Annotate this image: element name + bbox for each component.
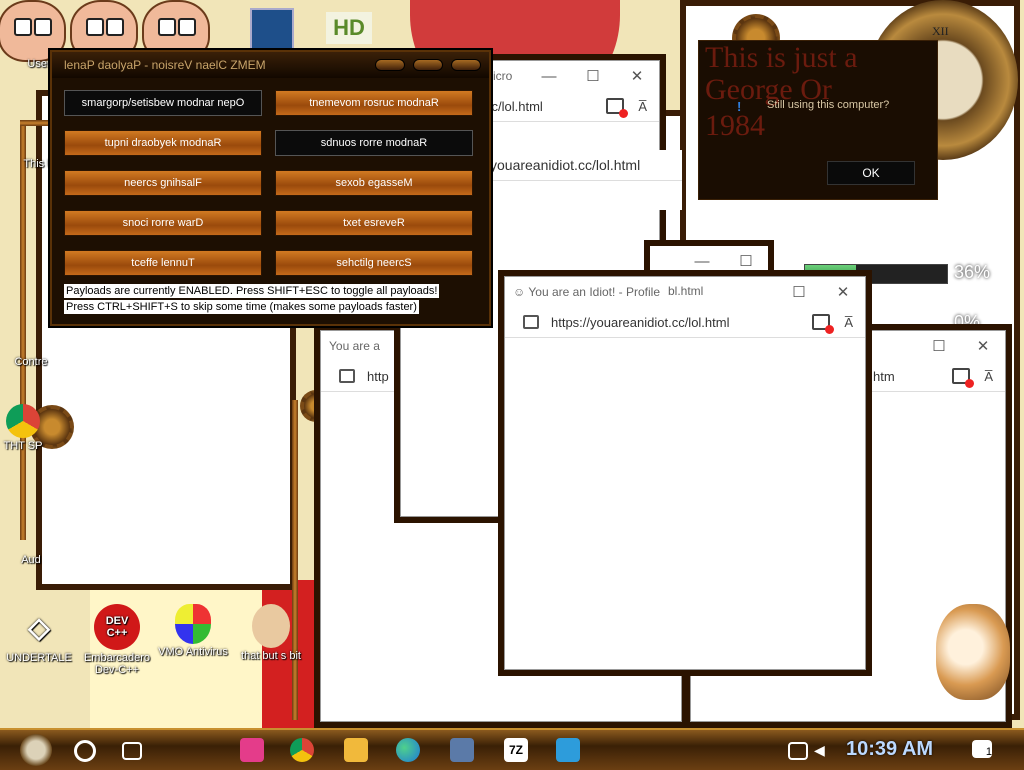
background-text: 1984 — [705, 109, 765, 142]
desktop-icon-undertale[interactable]: ◇ UNDERTALE — [4, 604, 74, 665]
browser-window-front[interactable]: ☺ You are an Idiot! - Profile ☐ ✕ https:… — [504, 276, 866, 670]
site-permission-icon[interactable] — [952, 368, 975, 388]
app-taskbar-icon[interactable] — [450, 738, 474, 762]
background-text: This is just a — [705, 41, 858, 74]
window-title: ☺ You are an Idiot! - Profile — [513, 285, 661, 299]
close-button[interactable] — [451, 59, 481, 71]
shield-icon — [175, 604, 211, 644]
chrome-icon — [6, 404, 40, 438]
address-text: youareanidiot.cc/lol.html — [490, 157, 641, 173]
skip-time-note: Press CTRL+SHIFT+S to skip some time (ma… — [64, 300, 419, 314]
app-taskbar-icon[interactable] — [556, 738, 580, 762]
payload-button[interactable]: txet esreveR — [275, 210, 473, 236]
payload-button[interactable]: tupni draobyek modnaR — [64, 130, 262, 156]
maximize-button[interactable]: ☐ — [724, 252, 768, 270]
lock-icon — [523, 315, 539, 329]
virtualbox-icon[interactable] — [250, 8, 294, 52]
site-permission-icon[interactable] — [812, 314, 835, 334]
address-bar[interactable]: https://youareanidiot.cc/lol.html A̅ — [505, 307, 865, 338]
message-text: Still using this computer? — [767, 99, 890, 111]
payload-button[interactable]: tceffe lennuT — [64, 250, 262, 276]
app-logo-icon[interactable]: HD — [326, 12, 372, 44]
chrome-taskbar-icon[interactable] — [290, 738, 314, 762]
pipe — [292, 400, 298, 720]
task-view-icon[interactable] — [122, 742, 142, 760]
cortana-icon[interactable] — [74, 740, 96, 762]
tab-title: You are an Idiot! - Profile — [528, 285, 661, 299]
7zip-icon[interactable]: 7Z — [504, 738, 528, 762]
start-button[interactable] — [20, 734, 52, 766]
payload-button[interactable]: sexob egasseM — [275, 170, 473, 196]
desktop-icon-devcpp[interactable]: DEV C++ Embarcadero Dev-C++ — [82, 604, 152, 676]
address-text: https://youareanidiot.cc/lol.html — [551, 314, 730, 330]
notification-icon[interactable]: 1 — [972, 740, 992, 758]
desktop-icon-control[interactable]: Contre — [0, 356, 66, 368]
desktop-icon-label: User — [27, 58, 51, 70]
ok-button[interactable]: OK — [827, 161, 915, 185]
maximize-button[interactable]: ☐ — [777, 283, 821, 301]
desktop-icon-that-but[interactable]: that but s bit — [236, 604, 306, 662]
desktop-icon-chrome[interactable]: THT SP — [0, 404, 46, 452]
browser-window[interactable]: youareanidiot.cc/lol.html — [482, 150, 682, 210]
desktop-icon-label: THT SP — [3, 440, 43, 452]
devcpp-icon: DEV C++ — [94, 604, 140, 650]
payload-status-note: Payloads are currently ENABLED. Press SH… — [64, 284, 440, 298]
message-box[interactable]: This is just a George Or 1984 ! Still us… — [698, 40, 938, 200]
close-button[interactable]: ✕ — [961, 337, 1005, 355]
desktop-icon-label: that but s bit — [241, 650, 301, 662]
payload-button[interactable]: neercs gnihsalF — [64, 170, 262, 196]
memz-panel[interactable]: lenaP daolyaP - noisreV naelC ZMEM smarg… — [50, 50, 491, 326]
portrait-icon — [252, 604, 290, 648]
close-button[interactable]: ✕ — [821, 283, 865, 301]
memz-titlebar: lenaP daolyaP - noisreV naelC ZMEM — [52, 52, 489, 78]
memz-title: lenaP daolyaP - noisreV naelC ZMEM — [64, 58, 266, 72]
edge-icon[interactable] — [396, 738, 420, 762]
address-bar[interactable]: youareanidiot.cc/lol.html — [482, 150, 682, 181]
taskbar: 7Z ◀ 10:39 AM 1 — [0, 728, 1024, 770]
address-text-fragment: bl.html — [668, 284, 704, 298]
maximize-button[interactable] — [413, 59, 443, 71]
desktop-icon-label: UNDERTALE — [6, 652, 72, 664]
file-explorer-icon[interactable] — [344, 738, 368, 762]
read-aloud-icon[interactable]: A̅ — [638, 99, 647, 114]
pipe — [20, 120, 26, 540]
payload-button[interactable]: snoci rorre warD — [64, 210, 262, 236]
payload-button[interactable]: sehctilg neercS — [275, 250, 473, 276]
desktop-icon-vmo[interactable]: VMO Antivirus — [158, 604, 228, 658]
payload-button[interactable]: smargorp/setisbew modnar nepO — [64, 90, 262, 116]
maximize-button[interactable]: ☐ — [571, 67, 615, 85]
taskbar-clock[interactable]: 10:39 AM — [846, 738, 933, 761]
browser-window[interactable]: — ☐ — [650, 246, 768, 276]
progress-value: 36% — [954, 262, 991, 282]
minimize-button[interactable] — [375, 59, 405, 71]
window-titlebar: — ☐ — [650, 246, 768, 276]
read-aloud-icon[interactable]: A̅ — [984, 369, 993, 384]
read-aloud-icon[interactable]: A̅ — [844, 315, 853, 330]
info-icon: ! — [737, 99, 742, 114]
desktop-icon-label: VMO Antivirus — [158, 646, 228, 658]
desktop: XII 36% 0% HD User This P Contre THT SP … — [0, 0, 1024, 728]
network-icon[interactable] — [788, 742, 808, 760]
minimize-button[interactable]: — — [680, 253, 724, 270]
close-button[interactable]: ✕ — [615, 67, 659, 85]
payload-button[interactable]: sdnuos rorre modnaR — [275, 130, 473, 156]
lock-icon — [339, 369, 355, 383]
desktop-icon-label: Embarcadero Dev-C++ — [83, 652, 151, 676]
desktop-icon-label: Contre — [14, 356, 48, 368]
maximize-button[interactable]: ☐ — [917, 337, 961, 355]
payload-button[interactable]: tnemevom rosruc modnaR — [275, 90, 473, 116]
desktop-icon-audio[interactable]: Aud — [0, 554, 66, 566]
app-taskbar-icon[interactable] — [240, 738, 264, 762]
hamster-image — [936, 604, 1010, 700]
unity-icon: ◇ — [28, 611, 50, 643]
minimize-button[interactable]: — — [527, 68, 571, 85]
site-permission-icon[interactable] — [606, 98, 629, 118]
desktop-icon-label: Aud — [21, 554, 41, 566]
volume-icon[interactable]: ◀ — [814, 742, 828, 758]
